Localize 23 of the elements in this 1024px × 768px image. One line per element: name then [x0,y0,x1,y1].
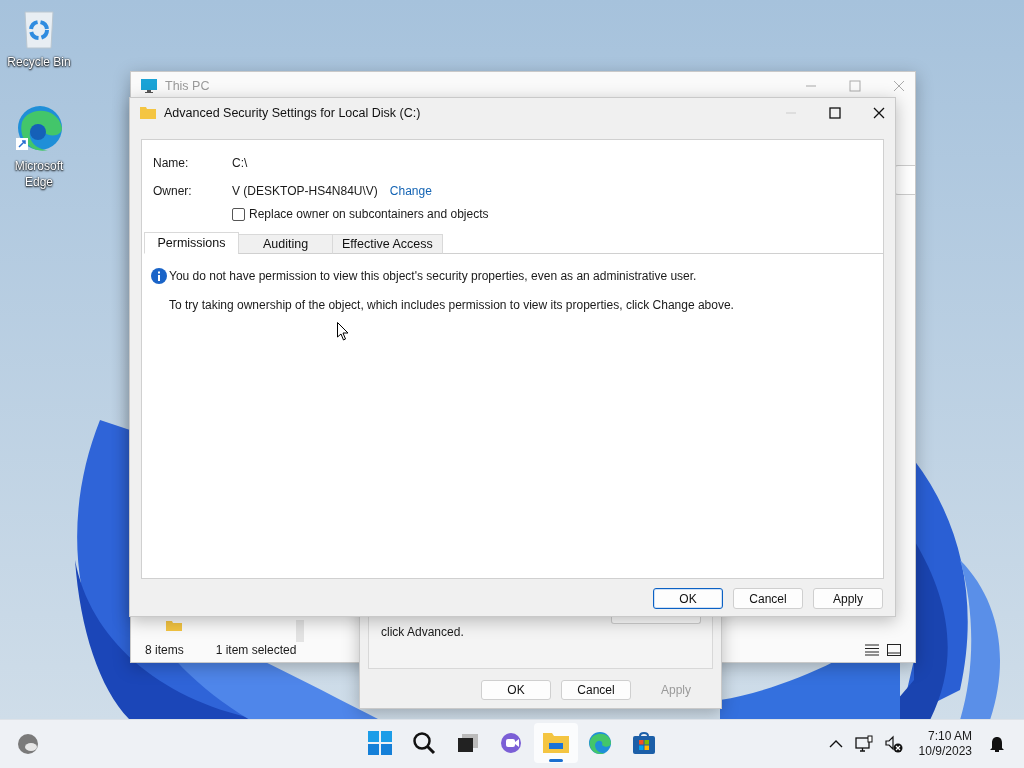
checkbox-label[interactable]: Replace owner on subcontainers and objects [249,207,489,221]
dialog-button[interactable]: Cancel [733,588,803,609]
message-text: You do not have permission to view this object's security properties, even as an administrative user. [169,269,697,283]
instruction-text: click Advanced. [381,625,464,639]
status-text: 1 item selected [215,643,297,657]
dialog-button[interactable]: OK [653,588,723,609]
field-label: Owner: [153,184,193,198]
window-title: Advanced Security Settings for Local Disk (C:) [164,105,421,120]
tab[interactable]: Auditing [238,234,333,254]
window-title: This PC [165,79,210,93]
hint-text: To try taking ownership of the object, which includes permission to view its properties, click Change above. [169,298,735,312]
change-link[interactable]: Change [389,184,432,198]
field-value: C:\ [232,156,248,170]
field-value: V (DESKTOP-HS4N84U\V) [232,184,378,198]
tab[interactable]: Effective Access [332,234,443,254]
clock-date[interactable]: 10/9/2023 [918,744,972,760]
dialog-button[interactable]: Apply [813,588,883,609]
dialog-button[interactable]: Cancel [561,680,631,700]
field-label: Name: [153,156,190,170]
tab[interactable]: Permissions [144,232,239,254]
clock-time[interactable]: 7:10 AM [927,729,972,745]
dialog-button[interactable]: OK [481,680,551,700]
status-text: 8 items [145,643,184,657]
